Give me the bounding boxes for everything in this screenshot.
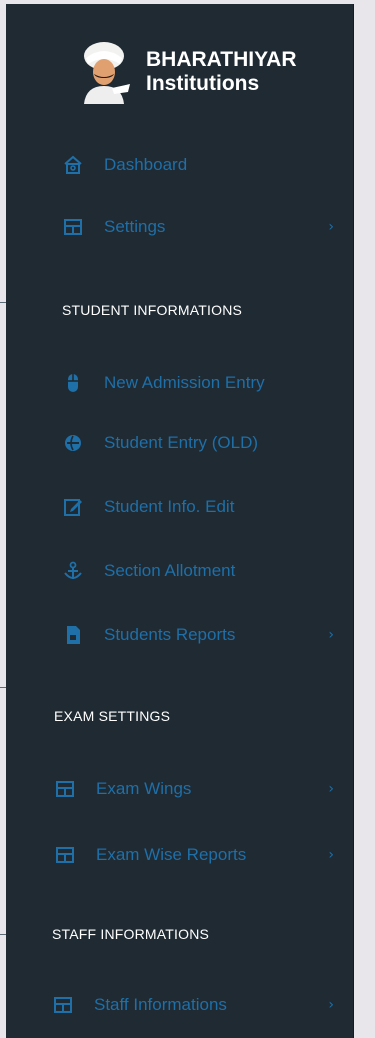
- sidebar-item-settings[interactable]: Settings ›: [62, 210, 334, 244]
- section-heading-exam: EXAM SETTINGS: [54, 708, 171, 724]
- avatar: [76, 40, 132, 104]
- sidebar-item-label: Settings: [104, 217, 166, 236]
- globe-icon: [62, 432, 84, 454]
- sidebar-item-dashboard[interactable]: Dashboard: [62, 148, 334, 182]
- sidebar-item-label: Dashboard: [104, 155, 188, 174]
- bharathiyar-portrait-icon: [84, 42, 130, 104]
- sidebar-item-label: Section Allotment: [104, 561, 236, 580]
- sidebar-item-exam-wise-reports[interactable]: Exam Wise Reports ›: [54, 838, 334, 872]
- table-icon: [54, 844, 76, 866]
- table-icon: [54, 778, 76, 800]
- section-divider: [0, 302, 6, 303]
- page: BHARATHIYAR Institutions Dashboard Setti…: [0, 0, 375, 1038]
- brand-name: BHARATHIYAR: [146, 48, 297, 71]
- section-heading-student: STUDENT INFORMATIONS: [62, 302, 243, 318]
- sidebar-item-label: Exam Wings: [96, 779, 192, 798]
- sidebar-item-label: Student Entry (OLD): [104, 433, 259, 452]
- chevron-right-icon: ›: [328, 847, 334, 863]
- brand-subtitle: Institutions: [146, 72, 260, 95]
- sidebar-item-label: Staff Informations: [94, 995, 227, 1014]
- mouse-icon: [62, 372, 84, 394]
- sidebar-item-label: Exam Wise Reports: [96, 845, 247, 864]
- brand[interactable]: BHARATHIYAR Institutions: [76, 40, 297, 104]
- sidebar-item-exam-wings[interactable]: Exam Wings ›: [54, 772, 334, 806]
- section-divider: [0, 934, 6, 935]
- file-icon: [62, 624, 84, 646]
- sidebar-item-section-allotment[interactable]: Section Allotment: [62, 554, 334, 588]
- sidebar-item-students-reports[interactable]: Students Reports ›: [62, 618, 334, 652]
- sidebar-item-label: New Admission Entry: [104, 373, 265, 392]
- edit-icon: [62, 496, 84, 518]
- sidebar-item-new-admission[interactable]: New Admission Entry: [62, 366, 334, 400]
- sidebar-item-staff-informations[interactable]: Staff Informations ›: [52, 988, 334, 1022]
- sidebar-item-student-entry-old[interactable]: Student Entry (OLD): [62, 426, 334, 460]
- home-icon: [62, 154, 84, 176]
- section-divider: [0, 687, 6, 688]
- chevron-right-icon: ›: [328, 997, 334, 1013]
- anchor-icon: [62, 560, 84, 582]
- table-icon: [52, 994, 74, 1016]
- chevron-right-icon: ›: [328, 219, 334, 235]
- sidebar: BHARATHIYAR Institutions Dashboard Setti…: [0, 4, 354, 1038]
- table-icon: [62, 216, 84, 238]
- sidebar-item-label: Students Reports: [104, 625, 236, 644]
- chevron-right-icon: ›: [328, 627, 334, 643]
- sidebar-item-label: Student Info. Edit: [104, 497, 235, 516]
- chevron-right-icon: ›: [328, 781, 334, 797]
- sidebar-item-student-info-edit[interactable]: Student Info. Edit: [62, 490, 334, 524]
- section-heading-staff: STAFF INFORMATIONS: [52, 926, 210, 942]
